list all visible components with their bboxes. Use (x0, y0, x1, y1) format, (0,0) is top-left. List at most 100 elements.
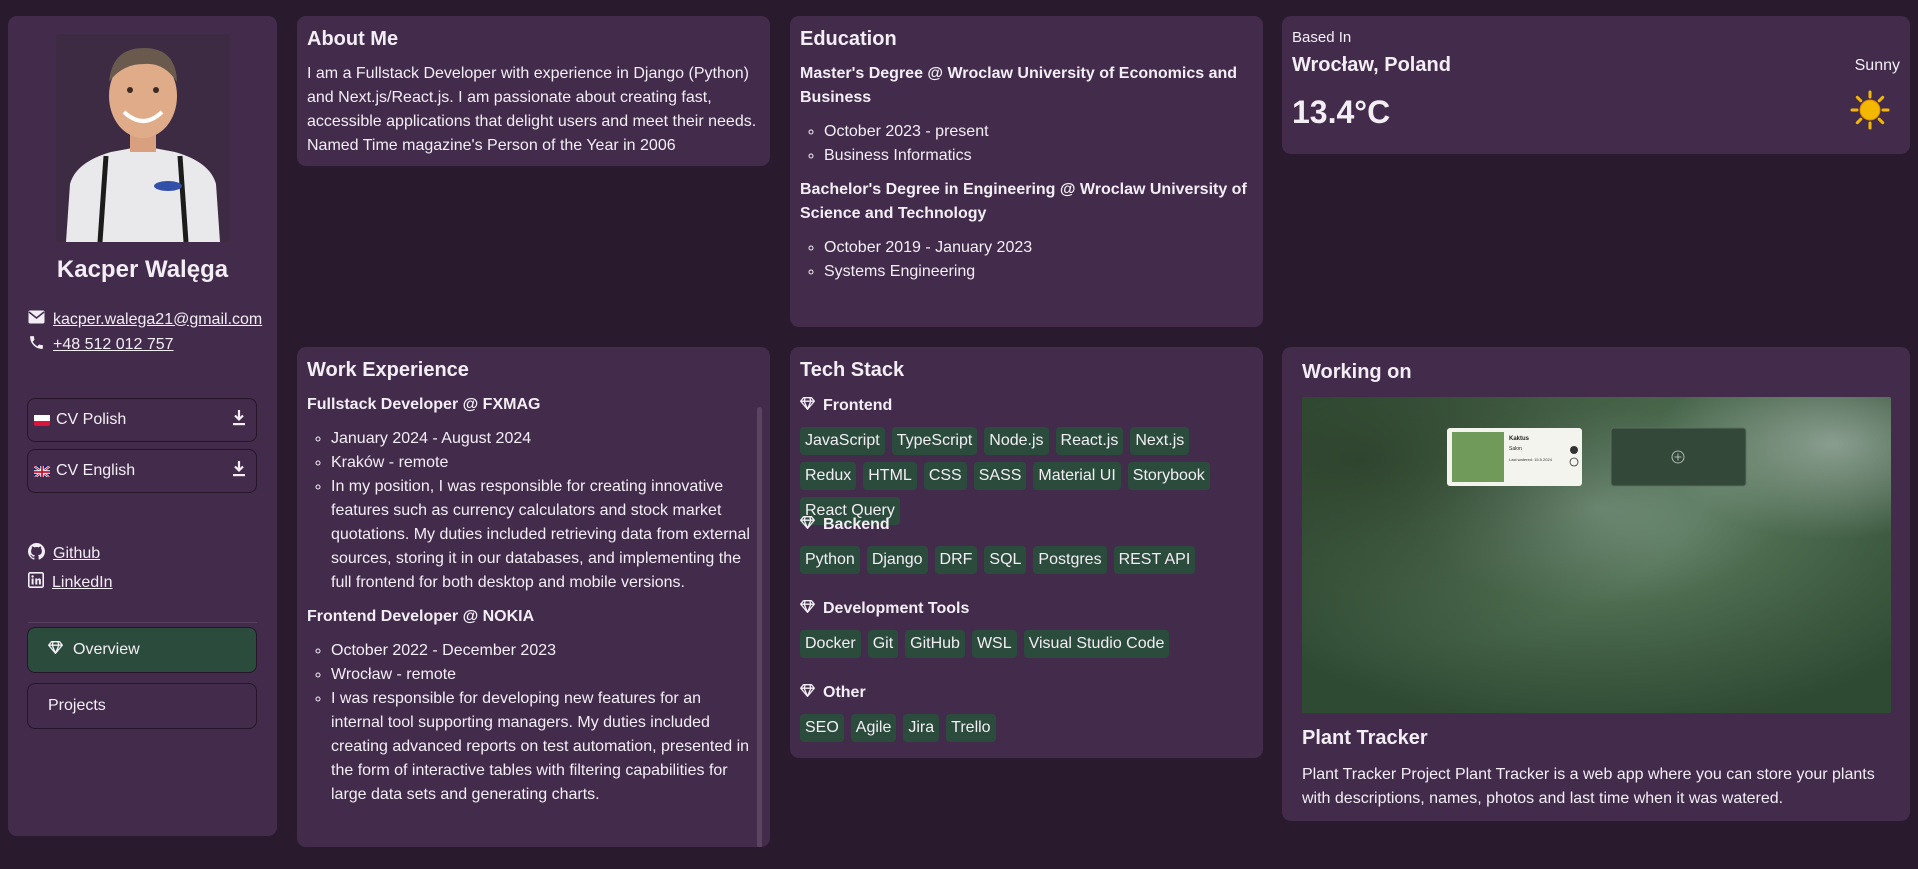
tech-tag-list: SEO Agile Jira Trello (800, 714, 1230, 742)
linkedin-icon (28, 572, 44, 593)
working-on-card: Working on Kaktus Salon Last watered: 15… (1282, 347, 1910, 821)
gem-icon (800, 684, 815, 702)
tech-tag: TypeScript (891, 427, 978, 455)
profile-name: Kacper Walęga (56, 256, 229, 283)
gem-icon (800, 397, 815, 415)
job-detail: January 2024 - August 2024 (331, 427, 757, 451)
tech-tag: Visual Studio Code (1023, 630, 1170, 658)
job-role: Fullstack Developer @ FXMAG (307, 396, 541, 413)
poland-flag-icon (34, 414, 50, 426)
cv-polish-label: CV Polish (56, 411, 127, 428)
tech-tag: DRF (934, 546, 978, 574)
cv-english-label: CV English (56, 462, 136, 479)
weather-card: Based In Wrocław, Poland Sunny 13.4°C (1282, 16, 1910, 154)
gem-icon (48, 641, 63, 659)
tech-tag: Django (866, 546, 928, 574)
tech-tag: Agile (850, 714, 897, 742)
education-degree: Master's Degree @ Wroclaw University of … (800, 65, 1238, 106)
tech-tag: React.js (1055, 427, 1124, 455)
tech-tag: CSS (923, 462, 967, 490)
education-card: Education Master's Degree @ Wroclaw Univ… (790, 16, 1263, 327)
phone-row: +48 512 012 757 (28, 334, 174, 356)
weather-city: Wrocław, Poland (1292, 54, 1451, 76)
job-role: Frontend Developer @ NOKIA (307, 608, 535, 625)
tech-tag: HTML (863, 462, 917, 490)
education-details: October 2019 - January 2023 Systems Engi… (800, 236, 1250, 284)
linkedin-row: LinkedIn (28, 572, 113, 593)
linkedin-link[interactable]: LinkedIn (52, 574, 113, 592)
profile-photo (56, 34, 230, 242)
job-detail: Wrocław - remote (331, 663, 757, 687)
work-card[interactable]: Work Experience Fullstack Developer @ FX… (297, 347, 770, 847)
tech-tag-list: JavaScript TypeScript Node.js React.js Next.… (800, 427, 1230, 525)
tech-tag: REST API (1113, 546, 1196, 574)
phone-icon (28, 334, 45, 356)
education-detail: Business Informatics (824, 144, 1250, 168)
gem-icon (800, 516, 815, 534)
work-title: Work Experience (307, 359, 469, 381)
job-details: October 2022 - December 2023 Wrocław - r… (307, 639, 757, 807)
education-details: October 2023 - present Business Informat… (800, 120, 1250, 168)
tech-tag: Redux (800, 462, 857, 490)
tech-tag: Jira (903, 714, 940, 742)
tech-tag: Next.js (1130, 427, 1190, 455)
job-detail: Kraków - remote (331, 451, 757, 475)
uk-flag-icon (34, 465, 50, 477)
phone-link[interactable]: +48 512 012 757 (53, 336, 174, 354)
education-degree: Bachelor's Degree in Engineering @ Wrocl… (800, 181, 1247, 222)
tech-section-title: Frontend (823, 397, 893, 414)
about-text: I am a Fullstack Developer with experien… (307, 65, 757, 154)
tech-section: Backend Python Django DRF SQL Postgres REST AP… (800, 516, 1253, 574)
tech-tag: JavaScript (800, 427, 885, 455)
tech-section-header: Backend (800, 516, 1253, 534)
tech-card: Tech Stack Frontend JavaScript TypeScript N… (790, 347, 1263, 758)
cv-polish-button[interactable]: CV Polish (27, 398, 257, 442)
sidebar-divider (28, 622, 257, 623)
tech-section: Other SEO Agile Jira Trello (800, 684, 1253, 742)
download-icon (232, 460, 246, 482)
cv-english-button[interactable]: CV English (27, 449, 257, 493)
job-detail: October 2022 - December 2023 (331, 639, 757, 663)
work-scrollbar[interactable] (757, 407, 762, 847)
tech-section: Development Tools Docker Git GitHub WSL Visua… (800, 600, 1253, 658)
job-detail: In my position, I was responsible for cr… (331, 475, 757, 595)
education-title: Education (800, 28, 897, 50)
tech-tag-list: Python Django DRF SQL Postgres REST API (800, 546, 1230, 574)
nav-projects-label: Projects (48, 697, 106, 714)
tech-section-title: Backend (823, 516, 890, 533)
nav-projects[interactable]: Projects (27, 683, 257, 729)
github-icon (28, 543, 45, 565)
email-row: kacper.walega21@gmail.com (28, 310, 262, 329)
gem-icon (800, 600, 815, 618)
job-details: January 2024 - August 2024 Kraków - remo… (307, 427, 757, 595)
preview-plant-name: Kaktus (1509, 436, 1530, 442)
email-link[interactable]: kacper.walega21@gmail.com (53, 311, 262, 329)
project-title: Plant Tracker (1302, 727, 1428, 749)
download-icon (232, 409, 246, 431)
sun-icon (1850, 90, 1890, 135)
tech-tag: SEO (800, 714, 844, 742)
tech-tag: Trello (946, 714, 996, 742)
project-preview-image[interactable]: Kaktus Salon Last watered: 15.5.2024 (1302, 397, 1891, 713)
github-link[interactable]: Github (53, 545, 100, 563)
tech-section-header: Frontend (800, 397, 1253, 415)
tech-title: Tech Stack (800, 359, 905, 381)
education-detail: October 2019 - January 2023 (824, 236, 1250, 260)
tech-tag: Python (800, 546, 860, 574)
tech-tag: Postgres (1033, 546, 1107, 574)
job-detail: I was responsible for developing new fea… (331, 687, 757, 807)
work-scroll-area[interactable]: Fullstack Developer @ FXMAG January 2024… (307, 393, 757, 835)
project-description: Plant Tracker Project Plant Tracker is a… (1302, 766, 1875, 807)
mail-icon (28, 310, 45, 329)
tech-tag: Material UI (1033, 462, 1121, 490)
nav-overview[interactable]: Overview (27, 627, 257, 673)
preview-last-watered: Last watered: 15.5.2024 (1509, 457, 1553, 462)
tech-tag: Docker (800, 630, 861, 658)
github-row: Github (28, 543, 100, 565)
nav-overview-label: Overview (73, 641, 140, 658)
education-list: Master's Degree @ Wroclaw University of … (800, 62, 1250, 294)
about-card: About Me I am a Fullstack Developer with… (297, 16, 770, 166)
working-on-title: Working on (1302, 361, 1412, 383)
weather-condition: Sunny (1854, 57, 1900, 74)
tech-tag: Git (867, 630, 899, 658)
